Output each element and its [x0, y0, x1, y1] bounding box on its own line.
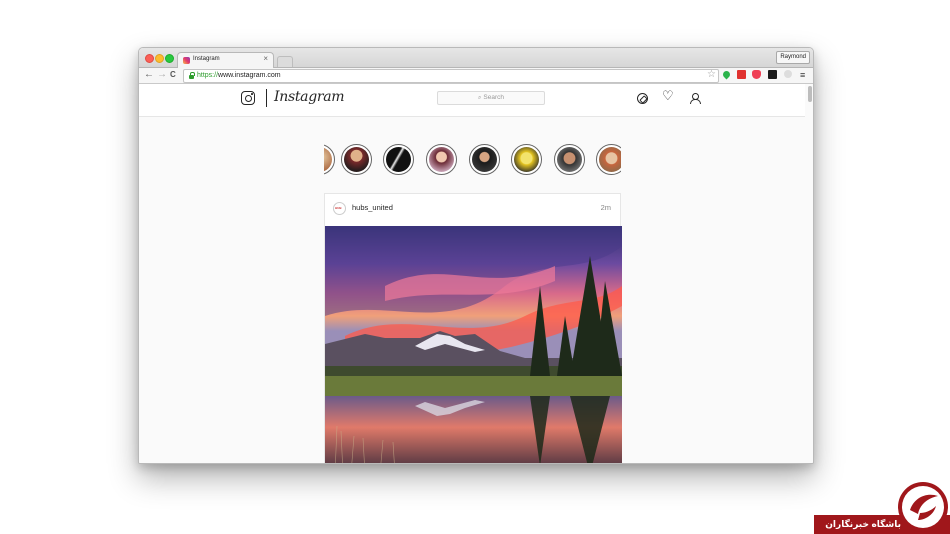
search-input[interactable]: ⌕ Search	[437, 91, 545, 105]
pocket-extension-icon[interactable]	[752, 70, 761, 79]
story-avatar[interactable]	[341, 144, 372, 175]
lock-icon	[189, 72, 195, 79]
explore-compass-icon[interactable]	[637, 93, 648, 104]
tab-instagram[interactable]: Instagram ×	[177, 52, 274, 69]
forward-arrow-icon[interactable]: →	[157, 69, 167, 81]
url-text: https://www.instagram.com	[197, 72, 281, 79]
page-scrollbar[interactable]	[808, 86, 812, 102]
header-divider	[266, 89, 267, 107]
instagram-header: Instagram ⌕ Search ♡	[139, 84, 805, 117]
reload-icon[interactable]: C	[170, 69, 176, 81]
browser-toolbar: ← → C https://www.instagram.com ☆ ≡	[139, 68, 813, 84]
tab-close-icon[interactable]: ×	[263, 55, 268, 63]
bookmark-star-icon[interactable]: ☆	[707, 69, 716, 81]
story-avatar[interactable]	[511, 144, 542, 175]
instagram-camera-icon[interactable]	[241, 91, 255, 105]
back-arrow-icon[interactable]: ←	[144, 69, 154, 81]
zoom-window-button[interactable]	[165, 54, 174, 63]
profile-button[interactable]: Raymond	[776, 51, 810, 64]
grey-extension-icon[interactable]	[784, 70, 792, 78]
post-photo[interactable]	[325, 226, 622, 463]
stories-tray[interactable]	[324, 143, 621, 177]
news-agency-logo	[898, 482, 948, 532]
minimize-window-button[interactable]	[155, 54, 164, 63]
red-extension-icon[interactable]	[737, 70, 746, 79]
close-window-button[interactable]	[145, 54, 154, 63]
post-avatar[interactable]	[333, 202, 346, 215]
tab-title: Instagram	[193, 56, 220, 62]
browser-window: Instagram × Raymond ← → C https://www.in…	[138, 47, 814, 464]
post-timestamp[interactable]: 2m	[601, 203, 611, 213]
story-avatar[interactable]	[383, 144, 414, 175]
feed-post: hubs_united 2m	[324, 193, 622, 463]
page-viewport: Instagram ⌕Search ♡ hubs_united 2m	[139, 84, 813, 463]
instagram-favicon-icon	[183, 57, 190, 64]
story-avatar[interactable]	[324, 144, 335, 175]
menu-icon[interactable]: ≡	[800, 69, 805, 81]
profile-person-icon[interactable]	[690, 93, 701, 104]
black-extension-icon[interactable]	[768, 70, 777, 79]
activity-heart-icon[interactable]: ♡	[662, 89, 674, 102]
instagram-logo[interactable]: Instagram	[274, 88, 345, 106]
post-username[interactable]: hubs_united	[352, 203, 393, 213]
search-icon: ⌕	[478, 95, 482, 101]
story-avatar[interactable]	[554, 144, 585, 175]
search-placeholder: Search	[483, 94, 504, 101]
story-avatar[interactable]	[469, 144, 500, 175]
new-tab-button[interactable]	[277, 56, 293, 67]
watermark-text: باشگاه خبرنگاران	[825, 519, 901, 529]
story-avatar[interactable]	[596, 144, 621, 175]
green-extension-icon[interactable]	[721, 69, 732, 80]
address-bar[interactable]: https://www.instagram.com ☆	[183, 69, 719, 83]
story-avatar[interactable]	[426, 144, 457, 175]
tab-bar: Instagram × Raymond	[139, 48, 813, 69]
